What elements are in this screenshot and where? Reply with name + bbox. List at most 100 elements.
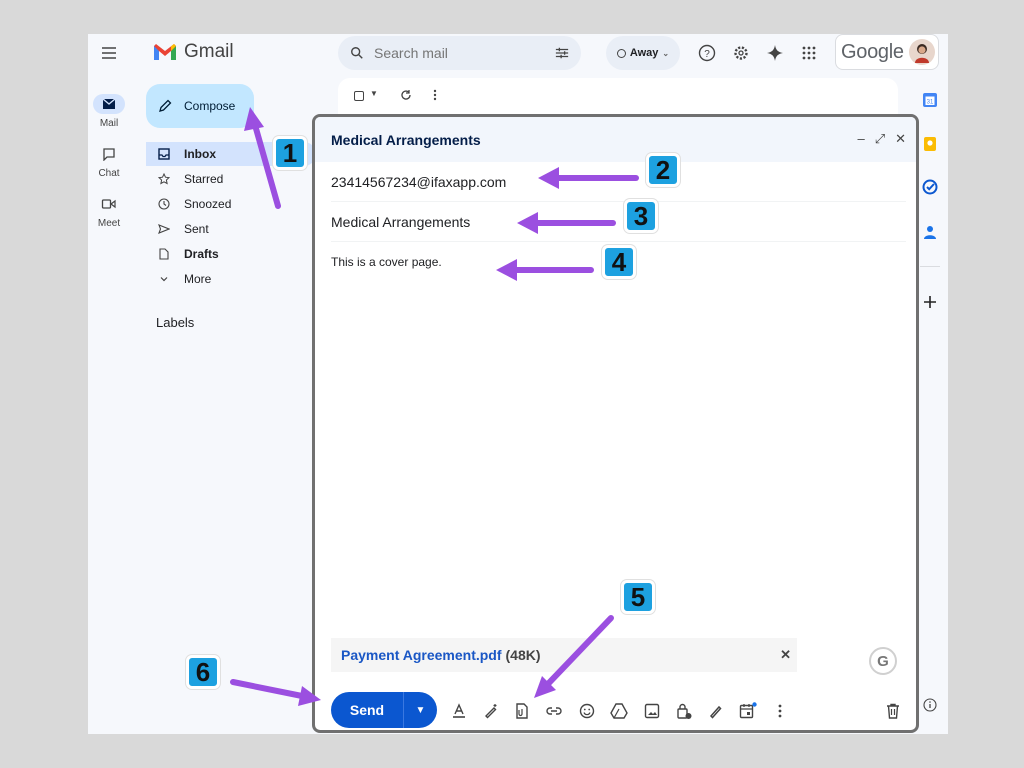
meet-icon (101, 199, 116, 209)
insert-photo-icon[interactable] (642, 701, 662, 721)
plus-icon[interactable] (921, 293, 939, 311)
signature-pen-icon[interactable] (706, 701, 726, 721)
emoji-icon[interactable] (577, 701, 597, 721)
schedule-calendar-icon[interactable] (738, 701, 758, 721)
apps-grid-icon[interactable] (798, 42, 820, 64)
sidebar-item-drafts[interactable]: Drafts (146, 242, 316, 266)
more-vertical-icon[interactable] (433, 89, 437, 101)
compose-button[interactable]: Compose (146, 84, 254, 128)
labels-heading: Labels (156, 315, 195, 330)
status-label: Away (629, 47, 659, 59)
message-body[interactable]: This is a cover page. (331, 255, 442, 269)
confidential-mode-icon[interactable] (674, 701, 694, 721)
svg-text:31: 31 (927, 100, 934, 106)
annotation-badge-1: 1 (273, 136, 307, 170)
gear-icon[interactable] (730, 42, 752, 64)
compose-window-controls: ‒ ⤢ ✕ (857, 131, 906, 147)
recipients-field[interactable]: 23414567234@ifaxapp.com (331, 162, 906, 202)
message-list-toolbar: ▼ (338, 78, 898, 114)
avatar[interactable] (908, 39, 935, 65)
magic-pen-icon[interactable] (481, 701, 501, 721)
remove-attachment-icon[interactable]: ✕ (780, 647, 791, 663)
sidebar-item-label: Snoozed (184, 197, 232, 211)
inbox-icon (158, 148, 170, 160)
search-icon[interactable] (350, 45, 364, 61)
sidebar-item-label: Sent (184, 222, 209, 236)
app-name: Gmail (184, 41, 234, 62)
compose-window: Medical Arrangements ‒ ⤢ ✕ 23414567234@i… (312, 114, 919, 733)
filter-options-icon[interactable] (555, 46, 569, 60)
more-options-icon[interactable] (770, 701, 790, 721)
recipient-address[interactable]: 23414567234@ifaxapp.com (331, 174, 506, 190)
svg-text:?: ? (704, 49, 710, 60)
insert-link-icon[interactable] (544, 701, 564, 721)
search-input[interactable] (374, 45, 555, 61)
tasks-icon[interactable] (921, 178, 939, 196)
attach-file-icon[interactable] (512, 701, 532, 721)
subject-field[interactable]: Medical Arrangements (331, 202, 906, 242)
rail-item-chat[interactable]: Chat (88, 144, 130, 179)
send-icon (158, 224, 170, 234)
select-dropdown-icon[interactable]: ▼ (370, 89, 378, 98)
formatting-icon[interactable] (449, 701, 469, 721)
attachment-name[interactable]: Payment Agreement.pdf (341, 647, 502, 663)
annotation-badge-5: 5 (621, 580, 655, 614)
rail-label: Meet (97, 218, 121, 229)
annotation-badge-2: 2 (646, 153, 680, 187)
google-drive-icon[interactable] (609, 701, 629, 721)
chat-icon (103, 148, 115, 161)
close-icon[interactable]: ✕ (895, 131, 906, 147)
gmail-window: Mail Chat Meet Gmail Away ⌄ ? (88, 34, 948, 734)
account-switcher[interactable]: Google (835, 34, 939, 70)
sidebar-item-label: Inbox (184, 147, 216, 161)
status-circle-icon (616, 48, 626, 58)
status-selector[interactable]: Away ⌄ (606, 36, 680, 70)
compose-header[interactable]: Medical Arrangements (315, 117, 916, 162)
annotation-badge-3: 3 (624, 199, 658, 233)
rail-label: Chat (98, 168, 120, 179)
trash-icon[interactable] (883, 701, 903, 721)
sidebar-item-sent[interactable]: Sent (146, 217, 316, 241)
calendar-icon[interactable]: 31 (921, 91, 939, 109)
schedule-send-dropdown-icon[interactable]: ▼ (404, 692, 437, 728)
minimize-icon[interactable]: ‒ (857, 131, 864, 147)
refresh-icon[interactable] (400, 89, 412, 101)
subject-value[interactable]: Medical Arrangements (331, 214, 470, 230)
select-all-checkbox[interactable] (354, 91, 364, 101)
keep-icon[interactable] (921, 135, 939, 153)
sidebar-item-label: More (184, 272, 212, 286)
attachment-size: (48K) (505, 647, 541, 663)
google-wordmark: Google (841, 40, 904, 63)
star-icon (158, 173, 170, 185)
gemini-sparkle-icon[interactable] (764, 42, 786, 64)
gmail-logo[interactable]: Gmail (152, 41, 234, 63)
send-button-group: Send ▼ (331, 692, 437, 728)
annotation-badge-6: 6 (186, 655, 220, 689)
compose-title: Medical Arrangements (331, 131, 481, 148)
mail-icon (102, 98, 116, 109)
gmail-logo-icon (154, 44, 176, 60)
contacts-icon[interactable] (921, 223, 939, 241)
expand-icon[interactable]: ⤢ (875, 131, 885, 147)
sidebar-item-label: Drafts (184, 247, 219, 261)
send-button[interactable]: Send (331, 692, 403, 728)
sidebar-item-more[interactable]: More (146, 267, 316, 291)
rail-item-mail[interactable]: Mail (88, 94, 130, 129)
side-panel-divider (920, 266, 940, 267)
rail-label: Mail (99, 118, 119, 129)
compose-label: Compose (184, 99, 236, 113)
search-bar[interactable] (338, 36, 581, 70)
hamburger-menu-icon[interactable] (100, 44, 118, 62)
grammarly-icon[interactable]: G (869, 647, 897, 675)
clock-icon (158, 198, 170, 210)
chevron-down-icon (160, 277, 168, 282)
rail-item-meet[interactable]: Meet (88, 194, 130, 229)
attachment-chip[interactable]: Payment Agreement.pdf (48K) ✕ (331, 638, 797, 672)
sidebar-item-snoozed[interactable]: Snoozed (146, 192, 316, 216)
chevron-down-icon: ⌄ (662, 48, 670, 58)
help-icon[interactable]: ? (696, 42, 718, 64)
sidebar-item-starred[interactable]: Starred (146, 167, 316, 191)
info-icon[interactable] (921, 696, 939, 714)
draft-icon (159, 248, 169, 260)
sidebar-item-label: Starred (184, 172, 224, 186)
